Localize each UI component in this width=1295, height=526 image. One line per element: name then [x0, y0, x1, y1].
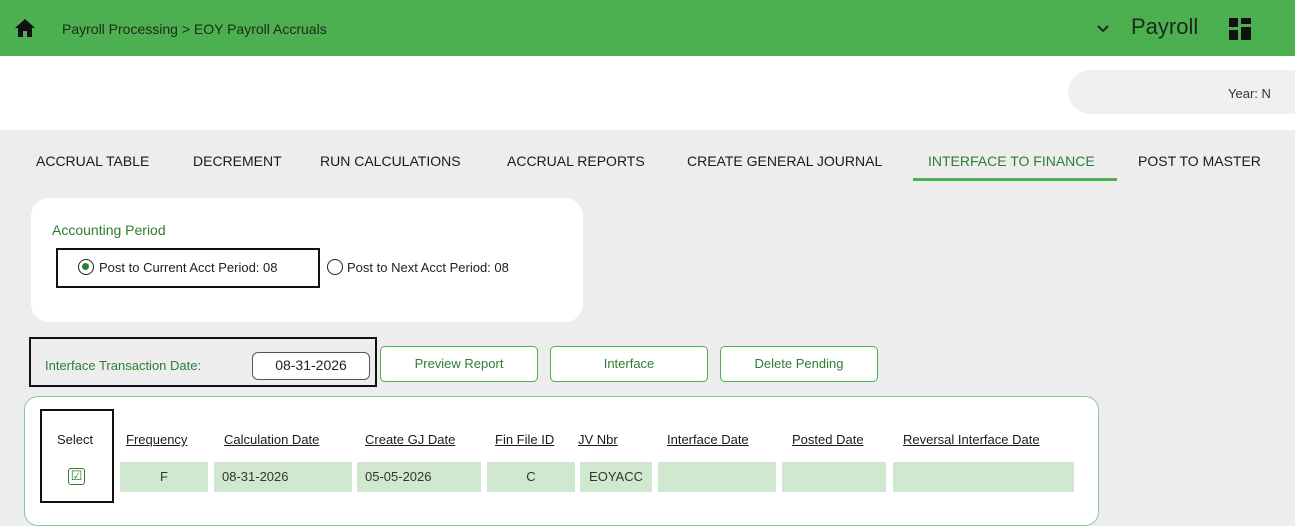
row-select-checkbox[interactable]: ☑ — [68, 468, 85, 485]
top-bar: Payroll Processing > EOY Payroll Accrual… — [0, 0, 1295, 56]
column-header-jv-nbr[interactable]: JV Nbr — [578, 432, 618, 447]
highlight-box-select — [40, 409, 114, 503]
cell-fin-file-id: C — [487, 462, 575, 492]
tab-create-general-journal[interactable]: CREATE GENERAL JOURNAL — [687, 153, 882, 169]
cell-interface-date — [658, 462, 776, 492]
column-header-reversal-interface-date[interactable]: Reversal Interface Date — [903, 432, 1040, 447]
radio-next-period-label[interactable]: Post to Next Acct Period: 08 — [347, 260, 509, 275]
column-header-posted-date[interactable]: Posted Date — [792, 432, 864, 447]
interface-date-label: Interface Transaction Date: — [45, 358, 202, 373]
tab-run-calculations[interactable]: RUN CALCULATIONS — [320, 153, 461, 169]
header-strip — [0, 56, 1295, 130]
column-header-create-gj-date[interactable]: Create GJ Date — [365, 432, 455, 447]
cell-reversal-interface-date — [893, 462, 1074, 492]
column-header-fin-file-id[interactable]: Fin File ID — [495, 432, 554, 447]
cell-calculation-date: 08-31-2026 — [214, 462, 352, 492]
preview-report-button[interactable]: Preview Report — [380, 346, 538, 382]
cell-create-gj-date: 05-05-2026 — [357, 462, 481, 492]
grid-icon[interactable] — [1229, 18, 1251, 40]
interface-button[interactable]: Interface — [550, 346, 708, 382]
cell-posted-date — [782, 462, 886, 492]
column-header-select: Select — [57, 432, 94, 447]
radio-next-period[interactable] — [327, 259, 343, 275]
column-header-frequency[interactable]: Frequency — [126, 432, 187, 447]
tab-decrement[interactable]: DECREMENT — [193, 153, 282, 169]
active-tab-indicator — [913, 178, 1117, 181]
cell-jv-nbr: EOYACC — [580, 462, 652, 492]
radio-current-period-label[interactable]: Post to Current Acct Period: 08 — [99, 260, 277, 275]
tab-interface-to-finance[interactable]: INTERFACE TO FINANCE — [928, 153, 1095, 169]
accounting-period-title: Accounting Period — [52, 222, 166, 238]
tab-post-to-master[interactable]: POST TO MASTER — [1138, 153, 1261, 169]
tab-accrual-reports[interactable]: ACCRUAL REPORTS — [507, 153, 645, 169]
chevron-down-icon[interactable] — [1095, 21, 1111, 37]
column-header-interface-date[interactable]: Interface Date — [667, 432, 749, 447]
radio-current-period[interactable] — [78, 259, 94, 275]
column-header-calculation-date[interactable]: Calculation Date — [224, 432, 319, 447]
accrual-table-card — [24, 396, 1099, 526]
breadcrumb[interactable]: Payroll Processing > EOY Payroll Accrual… — [62, 21, 327, 37]
delete-pending-button[interactable]: Delete Pending — [720, 346, 878, 382]
app-name[interactable]: Payroll — [1131, 14, 1198, 40]
interface-date-input[interactable]: 08-31-2026 — [252, 352, 370, 380]
tab-accrual-table[interactable]: ACCRUAL TABLE — [36, 153, 149, 169]
home-icon[interactable] — [14, 18, 36, 38]
cell-frequency: F — [120, 462, 208, 492]
year-label[interactable]: Year: N — [1228, 86, 1271, 101]
